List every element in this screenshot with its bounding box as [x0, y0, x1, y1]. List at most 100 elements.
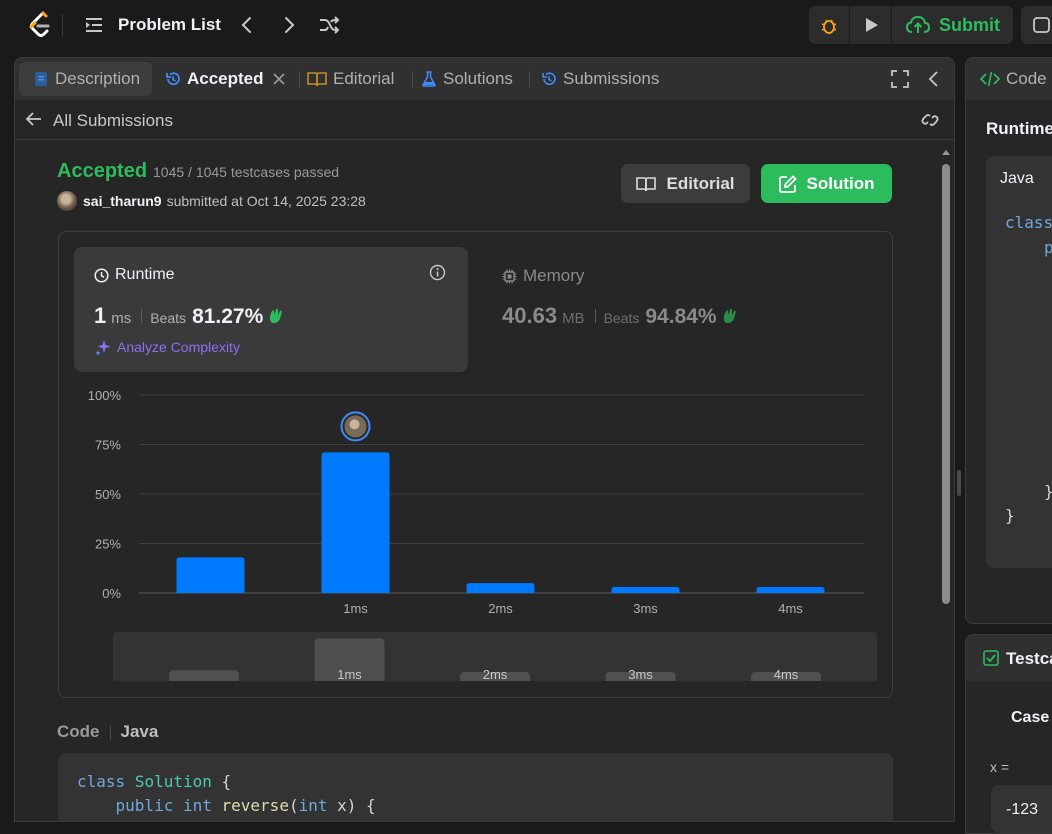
leetcode-logo-icon[interactable]: [26, 10, 54, 40]
runtime-distribution-chart: 0% 25% 50% 75% 100% 1ms 2ms 3ms 4ms: [88, 388, 864, 616]
avatar[interactable]: [57, 191, 77, 211]
code-token: class: [1005, 213, 1052, 232]
code-tab-label: Code: [1006, 69, 1047, 88]
problem-list-icon[interactable]: [84, 15, 104, 35]
checkbox-icon: [983, 650, 999, 666]
share-link-icon[interactable]: [919, 110, 941, 130]
collapse-chevron-left-icon[interactable]: [927, 70, 941, 88]
code-panel: Code Runtime Java class p } }: [965, 57, 1052, 624]
tab-solutions[interactable]: Solutions: [421, 62, 513, 96]
play-icon: [865, 18, 878, 32]
book-icon: [636, 176, 657, 191]
code-token: int: [298, 796, 328, 815]
all-submissions-link[interactable]: All Submissions: [53, 111, 173, 131]
scrollbar-thumb[interactable]: [942, 164, 950, 604]
submitter-row: sai_tharun9 submitted at Oct 14, 2025 23…: [57, 191, 366, 211]
user-avatar-marker: [349, 419, 360, 430]
y-tick-label: 0%: [102, 586, 121, 601]
analyze-complexity-label: Analyze Complexity: [117, 339, 240, 355]
runtime-beats-pct: 81.27%: [192, 305, 264, 328]
top-bar: Problem List Submit: [0, 0, 1052, 52]
runtime-metric: 1 ms Beats 81.27%: [94, 303, 285, 329]
param-input[interactable]: -123: [991, 785, 1052, 833]
y-tick-label: 100%: [88, 388, 122, 403]
code-token: Solution: [134, 772, 212, 791]
code-token: x) {: [327, 796, 376, 815]
code-block[interactable]: class Solution { public int reverse(int …: [58, 753, 893, 821]
code-token: reverse: [221, 796, 289, 815]
tab-bar: Description Accepted Editorial Solutions…: [15, 58, 954, 100]
testcases-passed: 1045 / 1045 testcases passed: [153, 164, 340, 180]
x-tick-label: 3ms: [633, 601, 658, 616]
edit-icon: [778, 174, 797, 193]
shuffle-icon[interactable]: [318, 14, 340, 36]
tab-testcase[interactable]: Testcase: [966, 635, 1052, 681]
divider: [62, 14, 63, 36]
runtime-title: Runtime: [94, 266, 175, 284]
memory-unit: MB: [562, 310, 585, 327]
cloud-upload-icon: [905, 15, 931, 33]
code-token: }: [1005, 506, 1015, 525]
scroll-up-icon[interactable]: [940, 146, 952, 158]
memory-value: 40.63: [502, 303, 558, 328]
post-solution-button[interactable]: Solution: [761, 164, 892, 203]
problem-list-link[interactable]: Problem List: [118, 15, 221, 35]
memory-metric: 40.63 MB Beats 94.84%: [502, 303, 739, 329]
submit-label: Submit: [939, 14, 1000, 35]
info-icon[interactable]: [429, 264, 446, 281]
tab-accepted-label: Accepted: [187, 69, 264, 88]
book-icon: [307, 72, 327, 87]
arrow-left-icon[interactable]: [25, 110, 43, 128]
tab-description[interactable]: Description: [19, 62, 153, 96]
submitted-code-view[interactable]: Java class p } }: [986, 156, 1052, 568]
memory-label: Memory: [523, 266, 585, 285]
x-tick-label: 1ms: [343, 601, 368, 616]
history-icon: [542, 72, 556, 85]
tab-editorial[interactable]: Editorial: [307, 62, 394, 96]
code-label: Code: [57, 722, 100, 741]
panel-resize-handle[interactable]: [957, 470, 961, 496]
tab-code[interactable]: Code: [966, 58, 1052, 100]
testcase-panel: Testcase Case x = -123: [965, 634, 1052, 834]
x-tick-label: 2ms: [488, 601, 513, 616]
prev-problem-chevron-left-icon[interactable]: [236, 14, 258, 36]
bug-icon: [821, 19, 837, 34]
tab-submissions[interactable]: Submissions: [541, 62, 659, 96]
maximize-icon[interactable]: [891, 70, 909, 88]
next-problem-chevron-right-icon[interactable]: [278, 14, 300, 36]
case-tab[interactable]: Case: [1011, 709, 1049, 727]
code-token: {: [211, 772, 232, 791]
editorial-button[interactable]: Editorial: [621, 164, 750, 203]
clap-hands-icon: [270, 308, 283, 323]
range-label: 3ms: [628, 667, 653, 681]
code-header: Code Java: [57, 722, 158, 742]
run-button[interactable]: [850, 6, 891, 44]
range-label: 4ms: [774, 667, 799, 681]
range-selector[interactable]: 1ms 2ms 3ms 4ms: [113, 632, 877, 681]
username-link[interactable]: sai_tharun9: [83, 193, 162, 209]
clock-icon: [94, 267, 109, 283]
range-label: 1ms: [337, 667, 362, 681]
memory-title[interactable]: Memory: [502, 266, 584, 286]
debug-button[interactable]: [809, 6, 849, 44]
range-label: 2ms: [483, 667, 508, 681]
chip-icon: [502, 269, 517, 283]
testcase-tab-label: Testcase: [1006, 649, 1052, 668]
code-language: Java: [1000, 170, 1034, 187]
notes-button[interactable]: [1021, 6, 1052, 44]
runtime-unit: ms: [111, 310, 132, 327]
analyze-complexity-link[interactable]: Analyze Complexity: [94, 338, 240, 356]
runtime-heading: Runtime: [986, 119, 1052, 138]
chart-bar: [321, 452, 390, 593]
tab-divider: [529, 71, 530, 87]
chart-bar: [756, 587, 825, 593]
submit-button[interactable]: Submit: [892, 6, 1013, 44]
runtime-card[interactable]: Runtime 1 ms Beats 81.27% Analyze Comple…: [74, 247, 468, 372]
back-row: All Submissions: [15, 100, 954, 140]
submission-status: Accepted: [57, 160, 148, 182]
close-tab-icon[interactable]: [272, 73, 285, 85]
sparkle-icon: [95, 340, 111, 356]
note-icon: [1033, 17, 1050, 33]
tab-accepted[interactable]: Accepted: [165, 62, 285, 96]
solution-button-label: Solution: [806, 173, 875, 193]
